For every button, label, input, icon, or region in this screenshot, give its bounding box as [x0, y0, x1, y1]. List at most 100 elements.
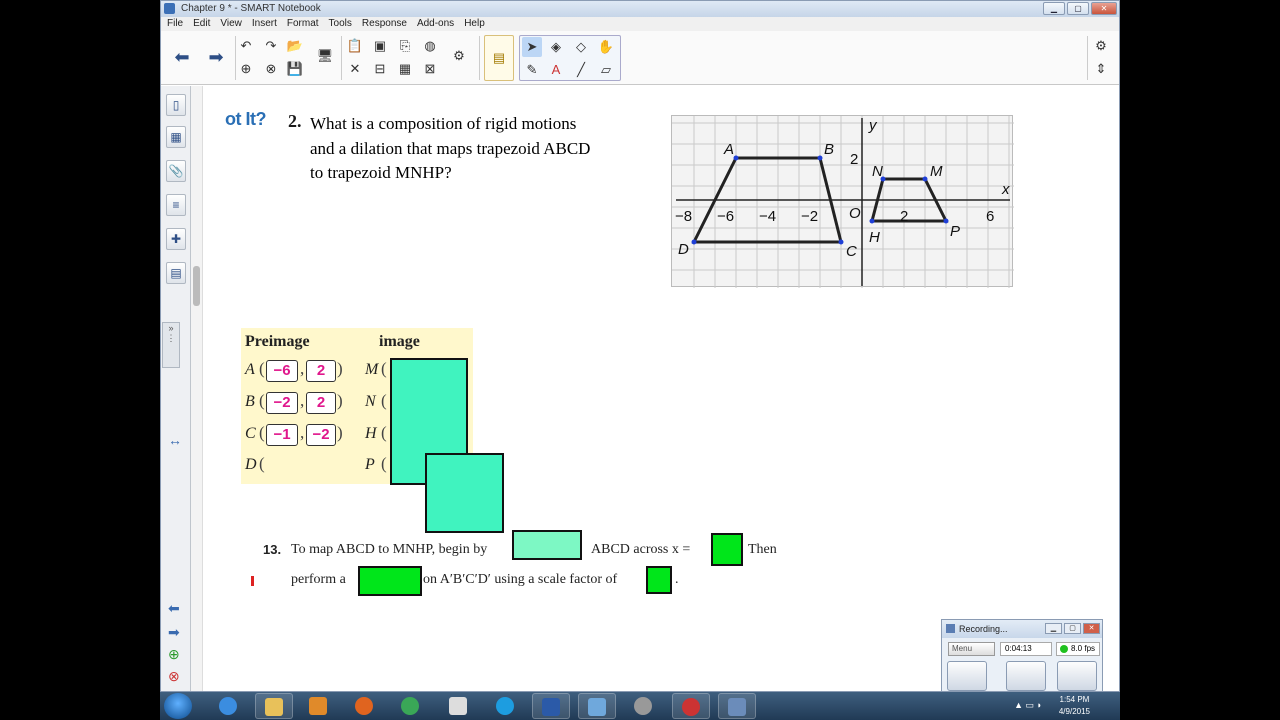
close-button[interactable]: ✕: [1091, 2, 1117, 15]
question-number: 2.: [288, 111, 302, 131]
sidebar-collapse-tab[interactable]: » ⋮: [162, 322, 180, 368]
tick-2: 2: [900, 208, 908, 225]
a-y-value: 2: [306, 360, 336, 382]
menu-file[interactable]: File: [167, 17, 183, 31]
taskbar-firefox[interactable]: [346, 693, 384, 719]
system-tray[interactable]: ▲ ▭ ◗: [1014, 700, 1042, 711]
row-label-a: A: [245, 361, 255, 378]
menu-help[interactable]: Help: [464, 17, 485, 31]
document-camera-icon[interactable]: ⚙: [449, 46, 469, 66]
taskbar-smart-notebook[interactable]: [578, 693, 616, 719]
magic-pen-icon[interactable]: ▱: [596, 60, 616, 80]
text-icon[interactable]: A: [546, 60, 566, 80]
sidebar-scrollbar[interactable]: [191, 86, 203, 691]
recorder-maximize-button[interactable]: ▢: [1064, 623, 1081, 634]
record-button[interactable]: [947, 661, 987, 691]
recording-window: Recording... ▁ ▢ ✕ Menu 0:04:13 8.0 fps: [941, 619, 1103, 692]
select-icon[interactable]: ➤: [522, 37, 542, 57]
delete-page-sidebar-icon[interactable]: ⊗: [168, 668, 180, 685]
row-label-m: M: [365, 361, 379, 378]
taskbar-explorer[interactable]: [255, 693, 293, 719]
page-sorter-icon[interactable]: ▯: [166, 94, 186, 116]
remove-icon[interactable]: ⊠: [420, 59, 440, 79]
delete-icon[interactable]: ✕: [345, 59, 365, 79]
recorder-minimize-button[interactable]: ▁: [1045, 623, 1062, 634]
shape-icon[interactable]: ✋: [596, 37, 616, 57]
q13-text-3: Then: [748, 542, 777, 557]
taskbar-skype[interactable]: [487, 693, 525, 719]
screen-shade-icon[interactable]: ▣: [370, 36, 390, 56]
fill-icon[interactable]: ◈: [546, 37, 566, 57]
gallery-icon[interactable]: ▦: [166, 126, 186, 148]
tick-neg6: −6: [717, 208, 734, 225]
previous-page-icon[interactable]: ⬅: [169, 44, 195, 70]
forward-arrow-icon[interactable]: ➡: [168, 624, 180, 641]
taskbar-apps[interactable]: [440, 693, 478, 719]
menu-insert[interactable]: Insert: [252, 17, 277, 31]
lesson-activity-icon[interactable]: ▤: [166, 262, 186, 284]
capture-icon[interactable]: ⎘: [395, 36, 415, 56]
tick-6: 6: [986, 208, 994, 225]
table-icon[interactable]: ▦: [395, 59, 415, 79]
taskbar-ie[interactable]: [210, 693, 248, 719]
next-page-icon[interactable]: ➡: [203, 44, 229, 70]
stop-button[interactable]: [1057, 661, 1097, 691]
tick-neg2: −2: [801, 208, 818, 225]
move-toolbar-icon[interactable]: ⇕: [1091, 59, 1111, 79]
screen-icon[interactable]: ⊟: [370, 59, 390, 79]
recorder-menu-button[interactable]: Menu: [948, 642, 995, 656]
question-line-1: What is a composition of rigid motions: [310, 114, 577, 133]
answer-box-scale-factor[interactable]: [646, 566, 672, 594]
point-label-n: N: [872, 163, 883, 180]
line-icon[interactable]: ╱: [571, 60, 591, 80]
gear-icon[interactable]: ⚙: [1091, 36, 1111, 56]
preimage-d-cover-box[interactable]: [425, 453, 504, 533]
add-page-sidebar-icon[interactable]: ⊕: [168, 646, 180, 663]
answer-box-dilation[interactable]: [358, 566, 422, 596]
app-icon: [164, 3, 175, 14]
taskbar-settings[interactable]: [625, 693, 663, 719]
b-y-value: 2: [306, 392, 336, 414]
open-folder-icon[interactable]: 📂: [285, 36, 305, 56]
back-arrow-icon[interactable]: ⬅: [168, 600, 180, 617]
capture-area-icon[interactable]: ◍: [420, 36, 440, 56]
taskbar-media[interactable]: [300, 693, 338, 719]
menu-tools[interactable]: Tools: [329, 17, 352, 31]
minimize-button[interactable]: ▁: [1043, 2, 1065, 15]
q13-number: 13.: [263, 542, 282, 557]
save-icon[interactable]: 💾: [285, 59, 305, 79]
menu-view[interactable]: View: [220, 17, 242, 31]
tools-group: ➤ ◈ ◇ ✋ ✎ A ╱ ▱: [519, 35, 621, 81]
menu-addons[interactable]: Add-ons: [417, 17, 454, 31]
redo-icon[interactable]: ↷: [261, 36, 281, 56]
undo-icon[interactable]: ↶: [236, 36, 256, 56]
taskbar-word[interactable]: [532, 693, 570, 719]
start-button[interactable]: [164, 693, 192, 719]
maximize-button[interactable]: ▢: [1067, 2, 1089, 15]
addons-icon[interactable]: ✚: [166, 228, 186, 250]
paste-icon[interactable]: 📋: [345, 36, 365, 56]
display-icon[interactable]: 🖥: [315, 46, 335, 66]
eraser-icon[interactable]: ◇: [571, 37, 591, 57]
addon-icon[interactable]: ▤: [489, 48, 509, 68]
properties-icon[interactable]: ≡: [166, 194, 186, 216]
taskbar-recorder[interactable]: [718, 693, 756, 719]
answer-box-x-value[interactable]: [711, 533, 743, 566]
recorder-close-button[interactable]: ✕: [1083, 623, 1100, 634]
menu-format[interactable]: Format: [287, 17, 319, 31]
menu-edit[interactable]: Edit: [193, 17, 210, 31]
answer-box-reflect[interactable]: [512, 530, 582, 560]
taskbar-chrome[interactable]: [392, 693, 430, 719]
resize-arrow-icon[interactable]: ↔: [168, 432, 182, 448]
taskbar-chrome-2[interactable]: [672, 693, 710, 719]
menu-response[interactable]: Response: [362, 17, 407, 31]
pens-icon[interactable]: ✎: [522, 60, 542, 80]
add-page-icon[interactable]: ⊕: [236, 59, 256, 79]
smart-notebook-window: Chapter 9 * - SMART Notebook ▁ ▢ ✕ File …: [160, 0, 1120, 692]
window-title: Chapter 9 * - SMART Notebook: [181, 3, 321, 14]
delete-page-icon[interactable]: ⊗: [261, 59, 281, 79]
attachments-icon[interactable]: 📎: [166, 160, 186, 182]
pause-button[interactable]: [1006, 661, 1046, 691]
clock[interactable]: 1:54 PM 4/9/2015: [1059, 694, 1090, 718]
row-label-b: B: [245, 393, 255, 410]
